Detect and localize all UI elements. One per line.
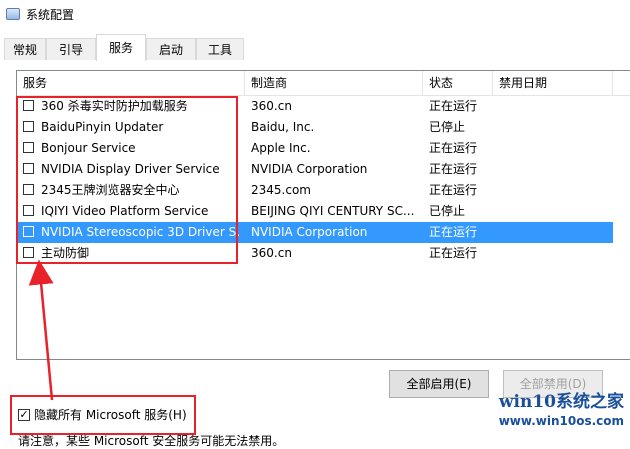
table-row[interactable]: IQIYI Video Platform Service BEIJING QIYI…: [17, 201, 613, 222]
service-checkbox[interactable]: [23, 205, 34, 216]
service-name: BaiduPinyin Updater: [41, 120, 164, 134]
service-status: 正在运行: [429, 162, 478, 176]
service-vendor: 2345.com: [251, 183, 311, 197]
service-vendor: NVIDIA Corporation: [251, 225, 368, 239]
tab-strip: 常规 引导 服务 启动 工具: [0, 34, 630, 61]
watermark-title: win10系统之家: [498, 392, 624, 412]
tab-general[interactable]: 常规: [4, 38, 46, 60]
checkbox-checked-icon[interactable]: ✓: [18, 408, 30, 421]
service-disabled-date: [499, 138, 609, 159]
system-config-icon: [6, 8, 20, 20]
service-checkbox[interactable]: [23, 226, 34, 237]
service-disabled-date: [499, 201, 609, 222]
service-checkbox[interactable]: [23, 100, 34, 111]
services-panel: 服务 制造商 状态 禁用日期 360 杀毒实时防护加载服务 360.cn 正在运行 B…: [0, 60, 630, 448]
table-row[interactable]: 2345王牌浏览器安全中心 2345.com 正在运行: [17, 180, 613, 201]
service-disabled-date: [499, 117, 609, 138]
service-vendor: Baidu, Inc.: [251, 120, 315, 134]
service-status: 正在运行: [429, 246, 478, 260]
service-name: NVIDIA Display Driver Service: [41, 162, 220, 176]
list-header: 服务 制造商 状态 禁用日期: [17, 71, 630, 96]
service-disabled-date: [499, 159, 609, 180]
service-checkbox[interactable]: [23, 247, 34, 258]
service-checkbox[interactable]: [23, 121, 34, 132]
title-bar: 系统配置: [0, 0, 630, 28]
table-row[interactable]: 主动防御 360.cn 正在运行: [17, 243, 613, 264]
tab-services[interactable]: 服务: [96, 34, 146, 61]
service-name: NVIDIA Stereoscopic 3D Driver S...: [41, 225, 241, 239]
column-header-service[interactable]: 服务: [17, 71, 245, 95]
service-checkbox[interactable]: [23, 163, 34, 174]
column-header-status[interactable]: 状态: [423, 71, 493, 95]
service-status: 正在运行: [429, 141, 478, 155]
service-disabled-date: [499, 96, 609, 117]
watermark: win10系统之家 www.win10os.com: [474, 391, 624, 437]
table-row[interactable]: NVIDIA Display Driver Service NVIDIA Corp…: [17, 159, 613, 180]
service-name: 2345王牌浏览器安全中心: [41, 183, 180, 197]
service-status: 已停止: [429, 204, 466, 218]
service-name: 主动防御: [41, 246, 90, 260]
table-row[interactable]: NVIDIA Stereoscopic 3D Driver S... NVIDIA…: [17, 222, 613, 243]
service-status: 已停止: [429, 120, 466, 134]
service-checkbox[interactable]: [23, 142, 34, 153]
service-vendor: 360.cn: [251, 246, 292, 260]
column-header-vendor[interactable]: 制造商: [245, 71, 423, 95]
tab-startup[interactable]: 启动: [146, 38, 196, 60]
service-name: IQIYI Video Platform Service: [41, 204, 209, 218]
service-status: 正在运行: [429, 99, 478, 113]
window-title: 系统配置: [26, 7, 75, 22]
column-header-disabled-date[interactable]: 禁用日期: [493, 71, 613, 95]
service-disabled-date: [499, 180, 609, 201]
tab-tools[interactable]: 工具: [196, 38, 244, 60]
service-vendor: NVIDIA Corporation: [251, 162, 368, 176]
services-list[interactable]: 服务 制造商 状态 禁用日期 360 杀毒实时防护加载服务 360.cn 正在运行 B…: [16, 70, 630, 360]
table-row[interactable]: Bonjour Service Apple Inc. 正在运行: [17, 138, 613, 159]
note-text: 请注意，某些 Microsoft 安全服务可能无法禁用。: [18, 434, 285, 448]
service-name: 360 杀毒实时防护加载服务: [41, 99, 188, 113]
service-checkbox[interactable]: [23, 184, 34, 195]
service-vendor: BEIJING QIYI CENTURY SC...: [251, 204, 415, 218]
hide-ms-label: 隐藏所有 Microsoft 服务(H): [34, 408, 187, 422]
service-disabled-date: [499, 222, 609, 243]
service-vendor: 360.cn: [251, 99, 292, 113]
table-row[interactable]: BaiduPinyin Updater Baidu, Inc. 已停止: [17, 117, 613, 138]
service-disabled-date: [499, 243, 609, 264]
service-status: 正在运行: [429, 225, 478, 239]
watermark-url: www.win10os.com: [498, 414, 624, 428]
hide-ms-services-checkbox[interactable]: ✓ 隐藏所有 Microsoft 服务(H): [18, 407, 187, 423]
service-name: Bonjour Service: [41, 141, 136, 155]
service-vendor: Apple Inc.: [251, 141, 311, 155]
table-row[interactable]: 360 杀毒实时防护加载服务 360.cn 正在运行: [17, 96, 613, 117]
tab-boot[interactable]: 引导: [46, 38, 96, 60]
service-status: 正在运行: [429, 183, 478, 197]
